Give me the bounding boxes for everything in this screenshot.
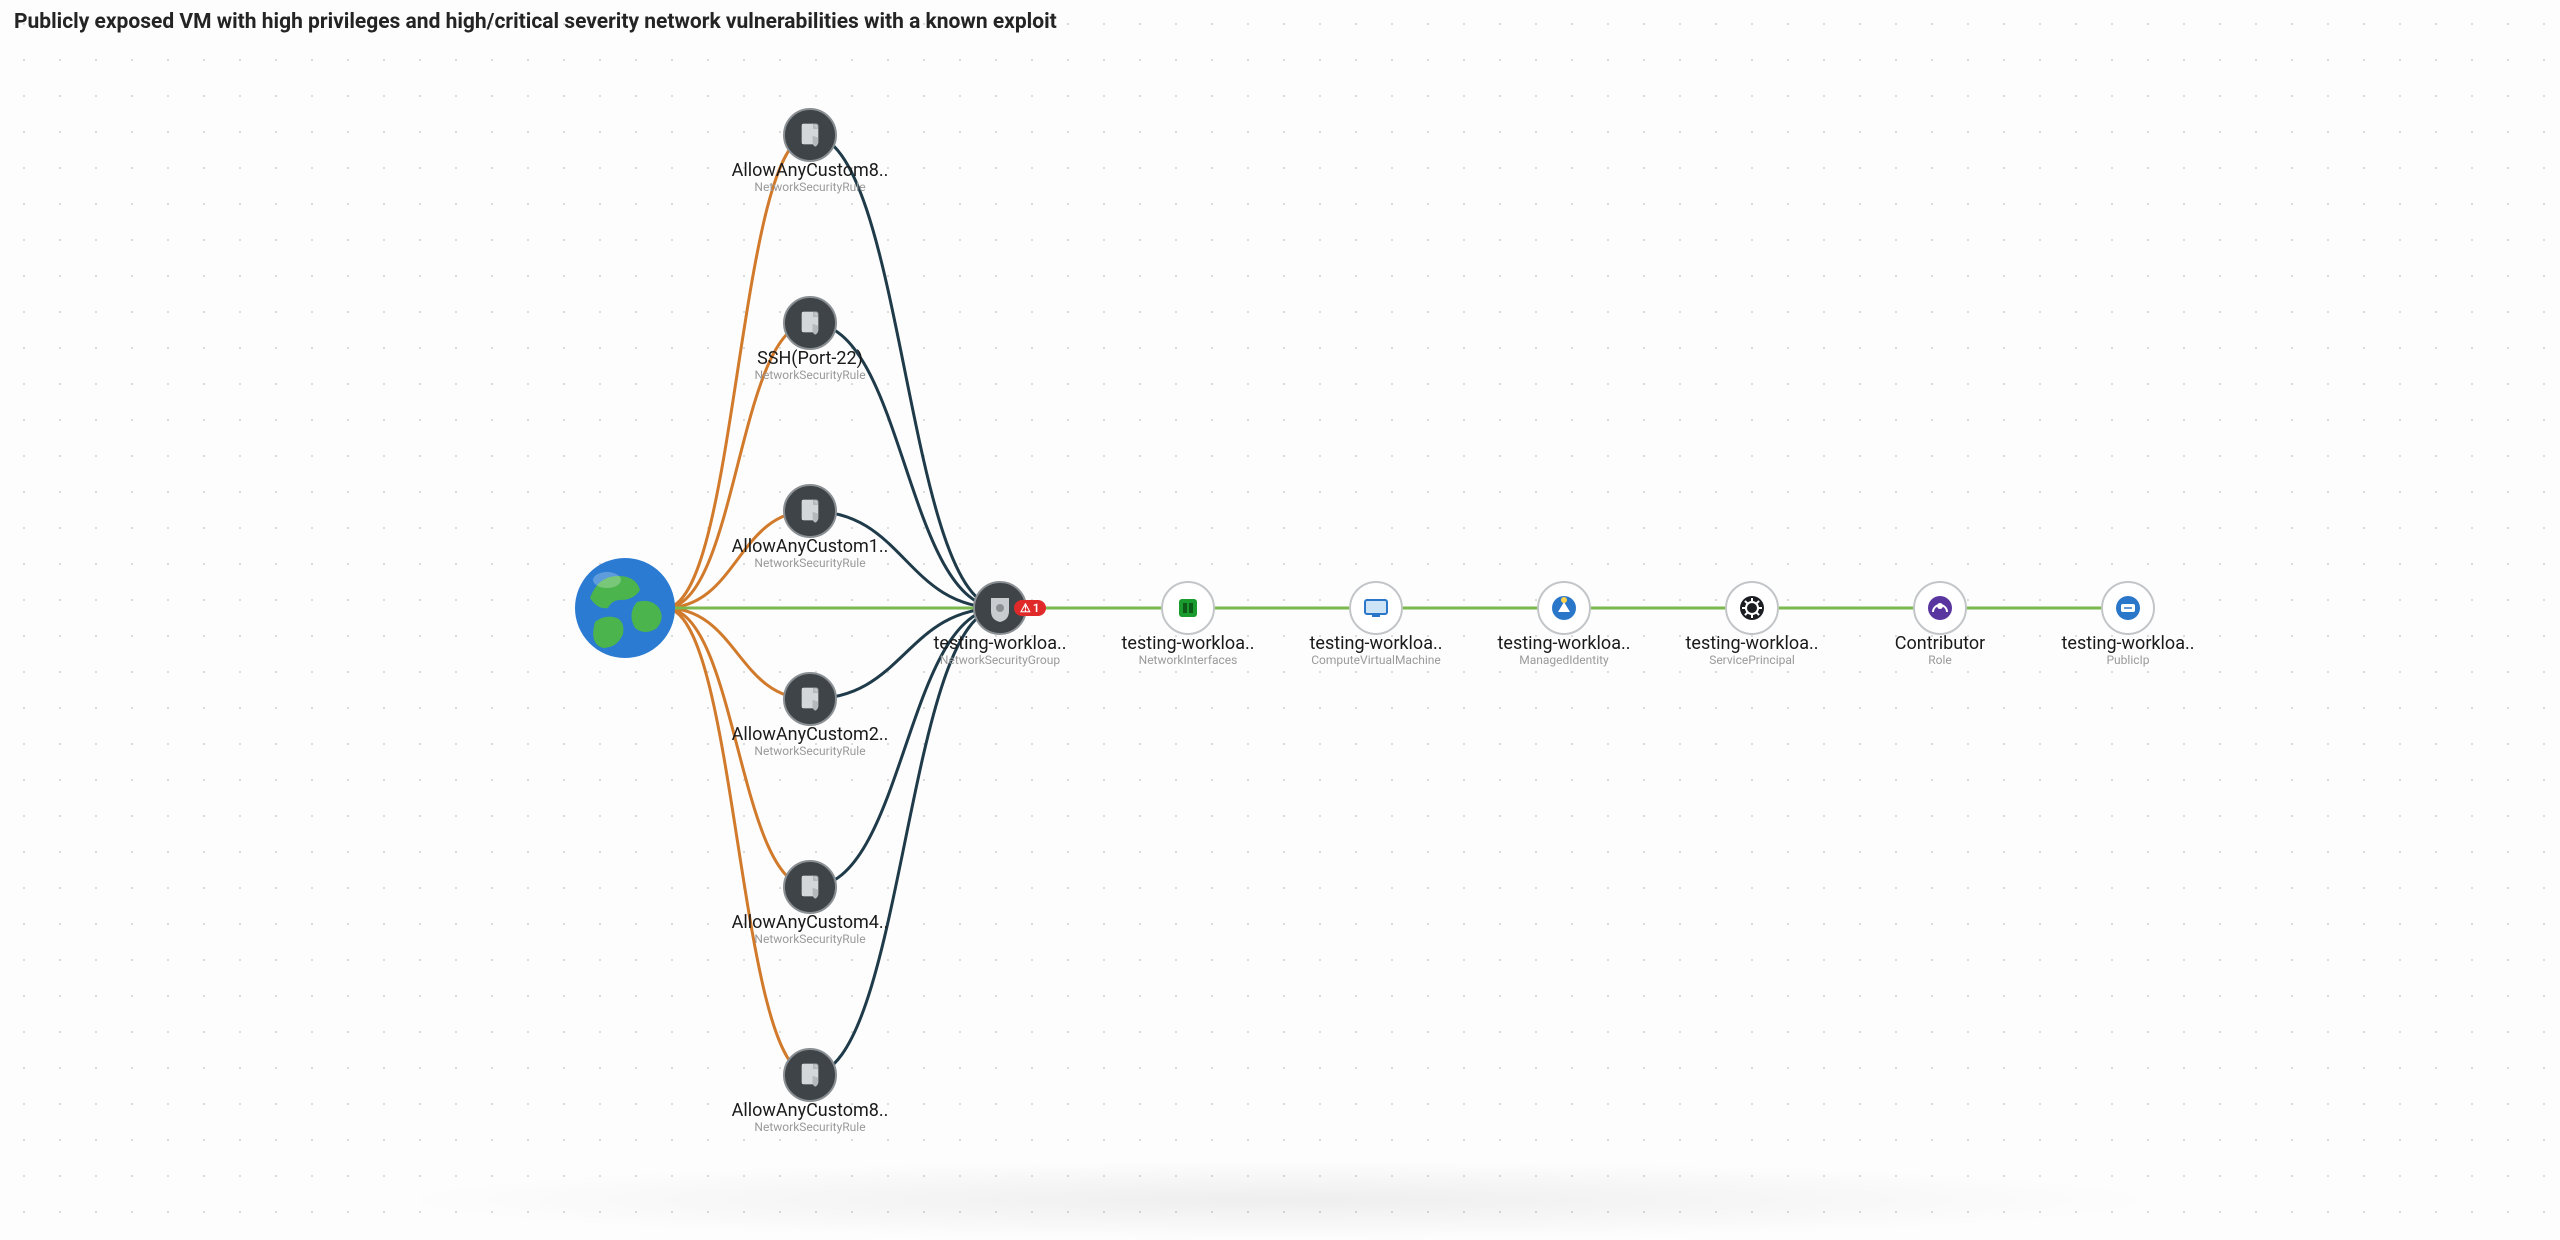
network-security-rule-node[interactable] (784, 861, 836, 913)
network-security-rule-node[interactable] (784, 109, 836, 161)
role-node[interactable] (1914, 582, 1966, 634)
graph-edge (810, 608, 1000, 1075)
alert-icon: ⚠ (1020, 601, 1031, 615)
graph-edge (810, 135, 1000, 608)
network-security-rule-node[interactable] (784, 673, 836, 725)
graph-edge (665, 608, 810, 1075)
vm-node[interactable] (1350, 582, 1402, 634)
network-security-rule-node[interactable] (784, 1049, 836, 1101)
pip-node[interactable] (2102, 582, 2154, 634)
sp-node[interactable] (1726, 582, 1778, 634)
alert-count-badge[interactable]: ⚠1 (1014, 600, 1046, 616)
internet-globe-node[interactable] (575, 558, 675, 658)
network-security-rule-node[interactable] (784, 485, 836, 537)
graph-edge (665, 135, 810, 608)
network-security-rule-node[interactable] (784, 297, 836, 349)
graph-edge (810, 608, 1000, 699)
ni-node[interactable] (1162, 582, 1214, 634)
mi-node[interactable] (1538, 582, 1590, 634)
diagram-title: Publicly exposed VM with high privileges… (14, 10, 1057, 34)
graph-canvas[interactable] (0, 0, 2560, 1240)
